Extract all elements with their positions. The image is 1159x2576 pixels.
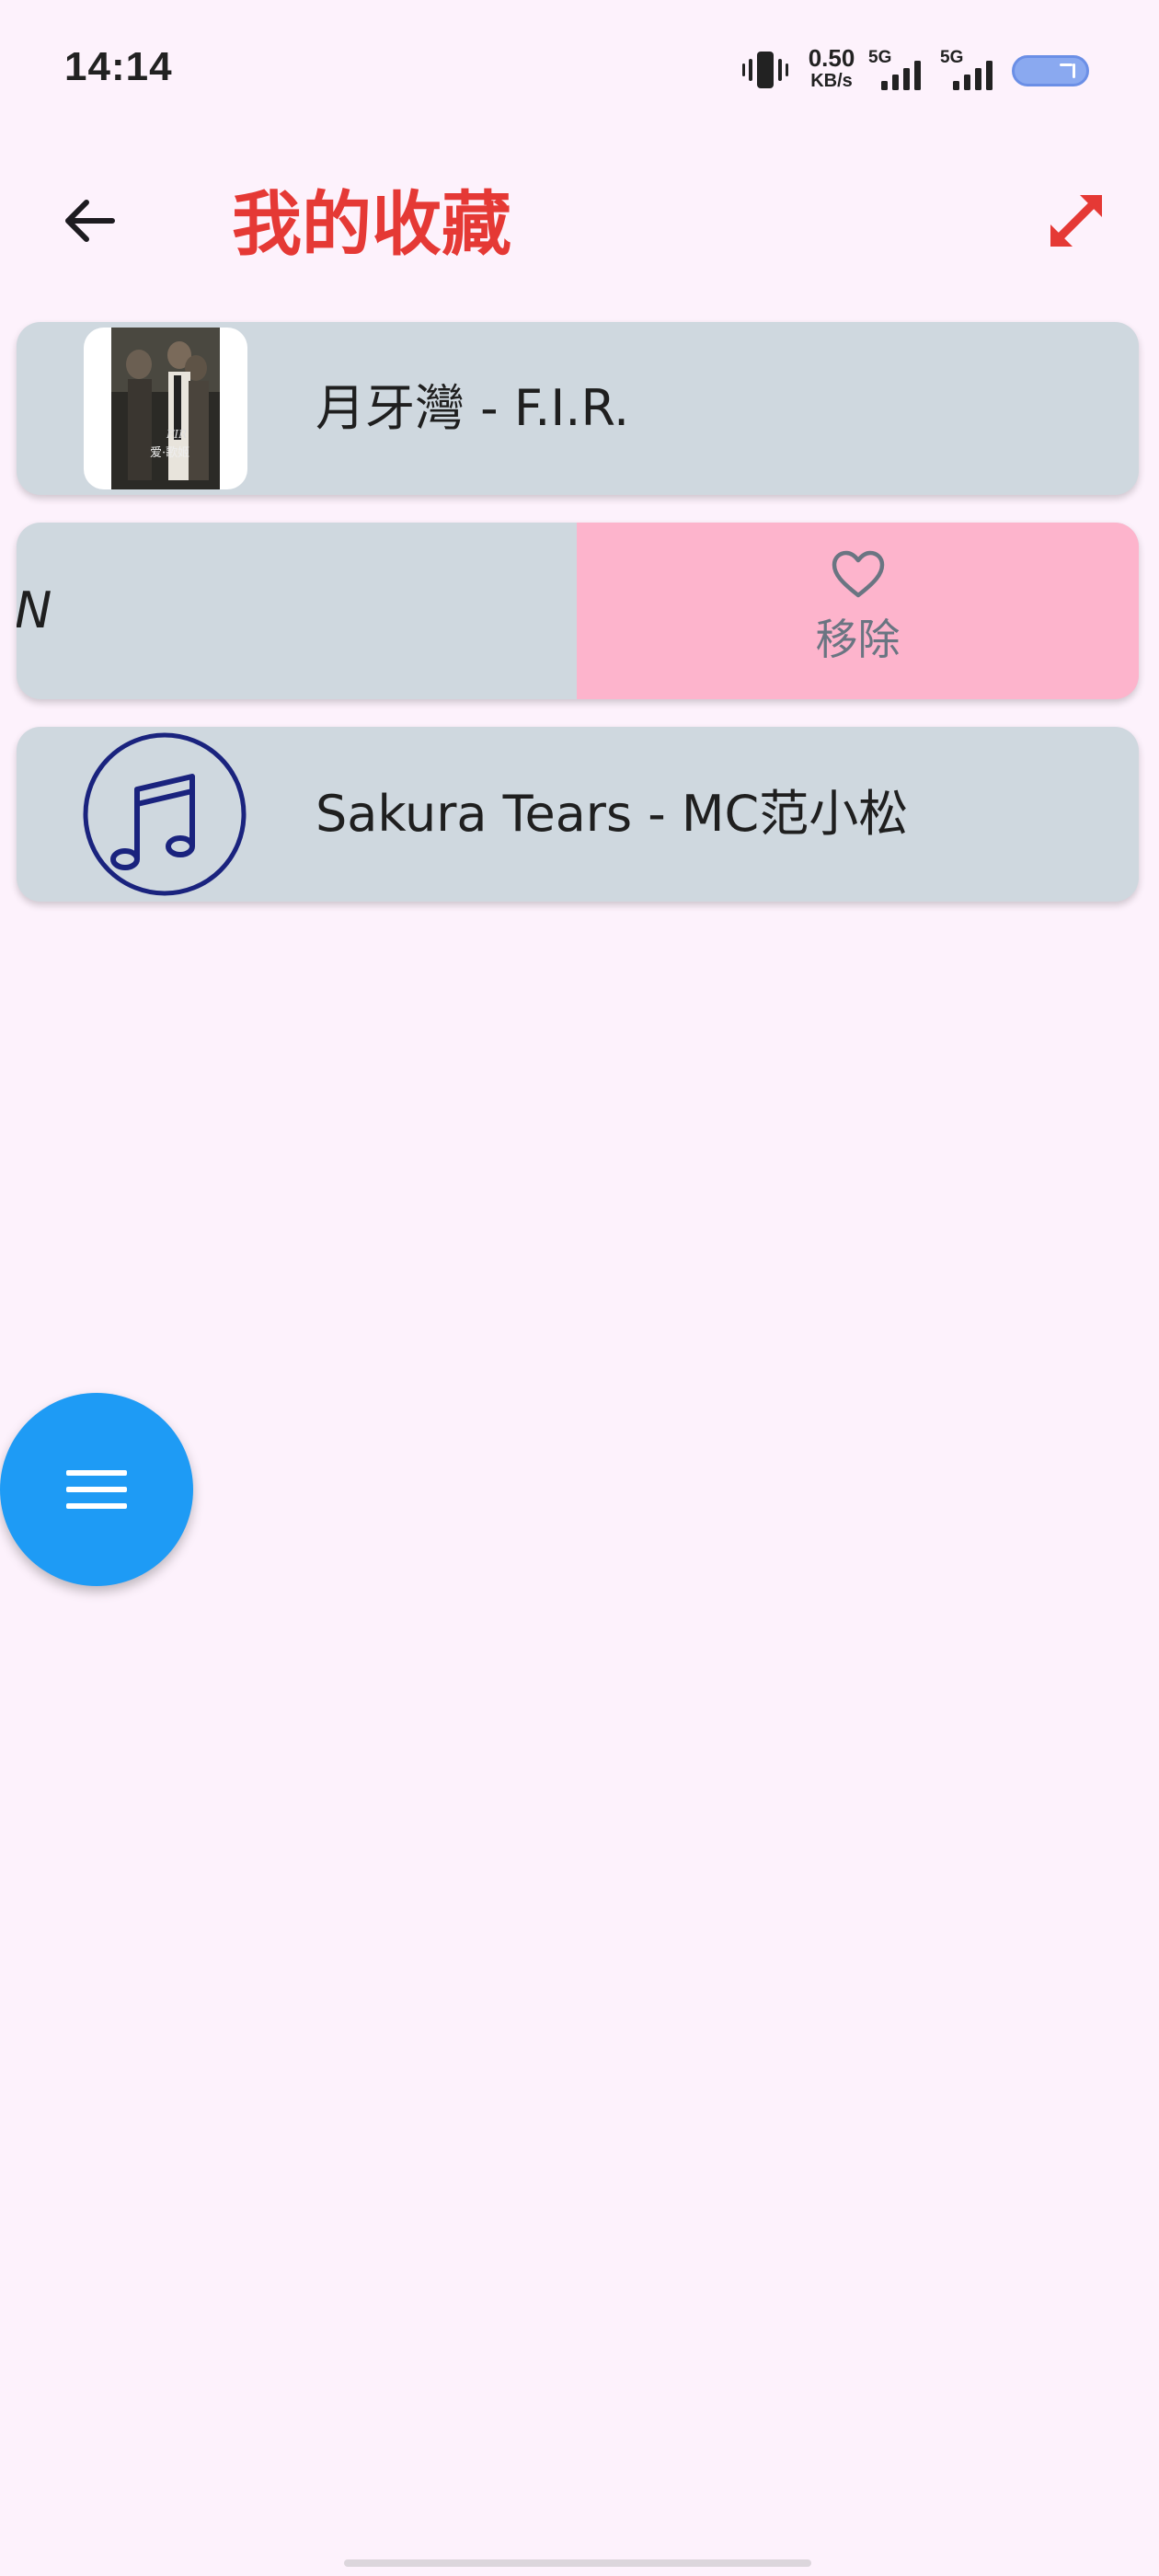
back-button[interactable]	[53, 184, 127, 258]
favorite-item[interactable]: FIR 爱·歌姬 月牙灣 - F.I.R.	[17, 322, 1139, 495]
album-cover: FIR 爱·歌姬	[84, 328, 247, 489]
expand-button[interactable]	[1039, 184, 1113, 258]
menu-icon	[66, 1470, 127, 1509]
song-title: Sakura Tears - MC范小松	[316, 785, 909, 843]
menu-fab-button[interactable]	[0, 1393, 193, 1586]
song-title: 月牙灣 - F.I.R.	[316, 379, 630, 437]
vibrate-icon	[741, 50, 789, 90]
status-bar: 14:14 0.50 KB/s 5G 5G	[0, 0, 1159, 138]
network-speed-unit: KB/s	[810, 71, 853, 91]
home-indicator[interactable]	[344, 2559, 811, 2567]
signal-icon: 5G	[940, 48, 1001, 92]
arrow-left-icon	[65, 200, 115, 242]
expand-arrows-icon	[1050, 195, 1102, 247]
page-title: 我的收藏	[232, 183, 511, 265]
svg-text:爱·歌姬: 爱·歌姬	[150, 446, 189, 460]
remove-label: 移除	[815, 615, 901, 664]
favorite-item[interactable]: Sakura Tears - MC范小松	[17, 727, 1139, 902]
network-speed: 0.50 KB/s	[804, 46, 859, 90]
network-speed-value: 0.50	[808, 44, 855, 72]
song-title-partial: N	[17, 581, 52, 639]
svg-text:FIR: FIR	[166, 428, 187, 441]
battery-icon	[1012, 55, 1089, 86]
remove-favorite-button[interactable]: 移除	[577, 523, 1139, 699]
heart-outline-icon	[832, 550, 884, 598]
favorite-item-swiped[interactable]: N 移除	[17, 523, 1139, 699]
signal-icon: 5G	[868, 48, 929, 92]
music-note-icon	[82, 732, 247, 896]
status-time: 14:14	[64, 44, 173, 89]
